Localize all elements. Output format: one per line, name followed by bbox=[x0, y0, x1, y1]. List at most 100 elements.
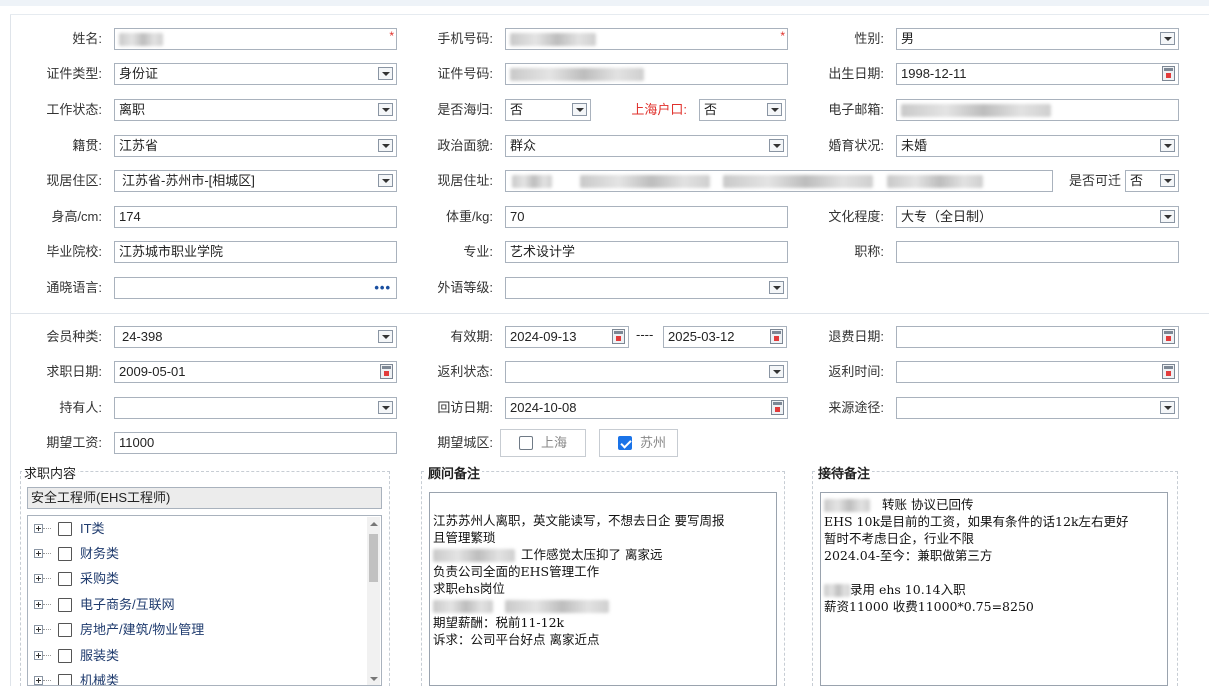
expand-icon[interactable] bbox=[34, 524, 43, 533]
expand-icon[interactable] bbox=[34, 676, 43, 685]
idno-label: 证件号码: bbox=[437, 66, 493, 81]
name-field[interactable]: * bbox=[114, 28, 397, 50]
gender-label: 性别: bbox=[854, 31, 884, 46]
chevron-down-icon[interactable] bbox=[378, 330, 393, 343]
chevron-down-icon[interactable] bbox=[767, 103, 782, 116]
calendar-icon[interactable] bbox=[1162, 66, 1175, 81]
scrollbar-thumb[interactable] bbox=[369, 534, 378, 582]
school-field[interactable]: 江苏城市职业学院 bbox=[114, 241, 397, 263]
birth-value: 1998-12-11 bbox=[901, 66, 967, 81]
weight-field[interactable]: 70 bbox=[505, 206, 788, 228]
city-option-shanghai[interactable]: 上海 bbox=[500, 429, 586, 457]
checkbox-unchecked-icon[interactable] bbox=[58, 598, 72, 612]
checkbox-unchecked-icon[interactable] bbox=[58, 674, 72, 685]
chevron-down-icon[interactable] bbox=[1160, 401, 1175, 414]
gender-select[interactable]: 男 bbox=[896, 28, 1179, 50]
chevron-down-icon[interactable] bbox=[769, 365, 784, 378]
calendar-icon[interactable] bbox=[771, 400, 784, 415]
education-select[interactable]: 大专（全日制） bbox=[896, 206, 1179, 228]
chevron-down-icon[interactable] bbox=[1160, 32, 1175, 45]
calendar-icon[interactable] bbox=[1162, 364, 1175, 379]
major-field[interactable]: 艺术设计学 bbox=[505, 241, 788, 263]
calendar-icon[interactable] bbox=[612, 329, 625, 344]
member-type-select[interactable]: 24-398 bbox=[114, 326, 397, 348]
salary-field[interactable]: 11000 bbox=[114, 432, 397, 454]
shanghai-select[interactable]: 否 bbox=[699, 99, 786, 121]
residence-select[interactable]: 江苏省-苏州市-[相城区] bbox=[114, 170, 397, 192]
chevron-down-icon[interactable] bbox=[769, 281, 784, 294]
chevron-down-icon[interactable] bbox=[1160, 174, 1175, 187]
note-line-redacted: 工作感觉太压抑了 离家远 bbox=[433, 546, 773, 563]
note-line-redacted: 转账 协议已回传 bbox=[824, 496, 1164, 513]
note-line: 2024.04-至今：兼职做第三方 bbox=[824, 548, 993, 563]
political-select[interactable]: 群众 bbox=[505, 135, 788, 157]
marital-select[interactable]: 未婚 bbox=[896, 135, 1179, 157]
address-field[interactable] bbox=[505, 170, 1053, 192]
reception-notes-textarea[interactable]: 转账 协议已回传 EHS 10k是目前的工资，如果有条件的话12k左右更好 暂时… bbox=[820, 492, 1168, 686]
education-value: 大专（全日制） bbox=[901, 209, 993, 224]
expand-icon[interactable] bbox=[34, 651, 43, 660]
chevron-down-icon[interactable] bbox=[378, 139, 393, 152]
rebate-status-select[interactable] bbox=[505, 361, 788, 383]
job-category-tree[interactable]: IT类 财务类 采购类 电子商务/互联网 房地产/建筑/物业管理 服装类 机械类 bbox=[27, 515, 382, 686]
valid-from-field[interactable]: 2024-09-13 bbox=[505, 326, 629, 348]
checkbox-checked-icon[interactable] bbox=[618, 436, 632, 450]
selected-job-field[interactable]: 安全工程师(EHS工程师) bbox=[27, 487, 382, 509]
checkbox-unchecked-icon[interactable] bbox=[58, 649, 72, 663]
birth-date-field[interactable]: 1998-12-11 bbox=[896, 63, 1179, 85]
job-date-field[interactable]: 2009-05-01 bbox=[114, 361, 397, 383]
valid-to-field[interactable]: 2025-03-12 bbox=[663, 326, 787, 348]
revisit-value: 2024-10-08 bbox=[510, 400, 577, 415]
advisor-notes-textarea[interactable]: 江苏苏州人离职，英文能读写，不想去日企 要写周报 且管理繁琐 工作感觉太压抑了 … bbox=[429, 492, 777, 686]
expand-icon[interactable] bbox=[34, 549, 43, 558]
scroll-up-icon[interactable] bbox=[370, 522, 378, 526]
calendar-icon[interactable] bbox=[380, 364, 393, 379]
holder-select[interactable] bbox=[114, 397, 397, 419]
checkbox-unchecked-icon[interactable] bbox=[519, 436, 533, 450]
title-field[interactable] bbox=[896, 241, 1179, 263]
language-field[interactable]: ••• bbox=[114, 277, 397, 299]
overseas-select[interactable]: 否 bbox=[505, 99, 591, 121]
chevron-down-icon[interactable] bbox=[378, 67, 393, 80]
city-option-suzhou[interactable]: 苏州 bbox=[599, 429, 678, 457]
checkbox-unchecked-icon[interactable] bbox=[58, 547, 72, 561]
chevron-down-icon[interactable] bbox=[769, 139, 784, 152]
rebate-time-field[interactable] bbox=[896, 361, 1179, 383]
native-select[interactable]: 江苏省 bbox=[114, 135, 397, 157]
foreign-level-label: 外语等级: bbox=[437, 280, 493, 295]
chevron-down-icon[interactable] bbox=[572, 103, 587, 116]
relocate-select[interactable]: 否 bbox=[1125, 170, 1179, 192]
tree-scrollbar[interactable] bbox=[367, 517, 380, 685]
idtype-select[interactable]: 身份证 bbox=[114, 63, 397, 85]
chevron-down-icon[interactable] bbox=[378, 401, 393, 414]
idno-field[interactable] bbox=[505, 63, 788, 85]
expand-icon[interactable] bbox=[34, 600, 43, 609]
idtype-value: 身份证 bbox=[119, 66, 159, 81]
checkbox-unchecked-icon[interactable] bbox=[58, 522, 72, 536]
workstatus-select[interactable]: 离职 bbox=[114, 99, 397, 121]
email-field[interactable] bbox=[896, 99, 1179, 121]
note-line: 求职ehs岗位 bbox=[433, 581, 505, 596]
expand-icon[interactable] bbox=[34, 625, 43, 634]
revisit-date-field[interactable]: 2024-10-08 bbox=[505, 397, 788, 419]
calendar-icon[interactable] bbox=[1162, 329, 1175, 344]
foreign-level-select[interactable] bbox=[505, 277, 788, 299]
chevron-down-icon[interactable] bbox=[1160, 139, 1175, 152]
name-label: 姓名: bbox=[72, 31, 102, 46]
workstatus-label: 工作状态: bbox=[46, 102, 102, 117]
chevron-down-icon[interactable] bbox=[1160, 210, 1175, 223]
checkbox-unchecked-icon[interactable] bbox=[58, 623, 72, 637]
phone-field[interactable]: * bbox=[505, 28, 788, 50]
height-field[interactable]: 174 bbox=[114, 206, 397, 228]
tree-line bbox=[43, 553, 51, 554]
more-icon[interactable]: ••• bbox=[374, 278, 391, 298]
scroll-down-icon[interactable] bbox=[370, 677, 378, 681]
checkbox-unchecked-icon[interactable] bbox=[58, 572, 72, 586]
chevron-down-icon[interactable] bbox=[378, 174, 393, 187]
refund-date-field[interactable] bbox=[896, 326, 1179, 348]
source-select[interactable] bbox=[896, 397, 1179, 419]
chevron-down-icon[interactable] bbox=[378, 103, 393, 116]
calendar-icon[interactable] bbox=[770, 329, 783, 344]
salary-label: 期望工资: bbox=[46, 435, 102, 450]
expand-icon[interactable] bbox=[34, 574, 43, 583]
